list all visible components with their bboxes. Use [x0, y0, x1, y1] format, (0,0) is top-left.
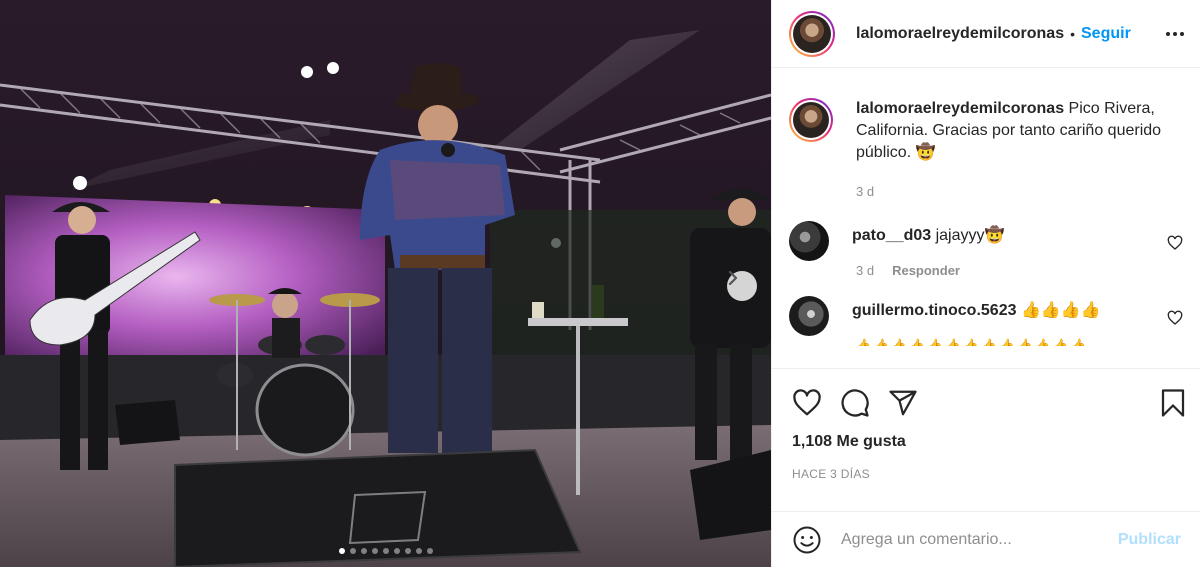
heart-icon [793, 389, 821, 416]
carousel-dot [360, 548, 367, 554]
comment-item: pato__d03 jajayyy🤠 [789, 221, 1183, 261]
comment-meta: 3 d Responder [856, 263, 1183, 278]
caption-meta: 3 d [856, 184, 1183, 199]
next-slide-button[interactable] [727, 271, 757, 301]
like-button[interactable] [792, 388, 822, 418]
likes-count[interactable]: 1,108 Me gusta [772, 433, 1200, 451]
post-caption: lalomoraelreydemilcoronas Pico Rivera, C… [789, 98, 1183, 164]
caption-username[interactable]: lalomoraelreydemilcoronas [856, 100, 1064, 117]
comments-list[interactable]: lalomoraelreydemilcoronas Pico Rivera, C… [772, 68, 1200, 368]
comment-icon [841, 389, 869, 417]
reply-button[interactable]: Responder [892, 263, 960, 278]
commenter-avatar[interactable] [789, 296, 829, 336]
comment-text: pato__d03 jajayyy🤠 [852, 225, 1004, 261]
bookmark-icon [1161, 389, 1185, 417]
follow-button[interactable]: Seguir [1081, 25, 1131, 43]
carousel-dot [404, 548, 411, 554]
post-sidebar: lalomoraelreydemilcoronas • Seguir lalom… [771, 0, 1200, 567]
caption-age: 3 d [856, 184, 875, 199]
comment-item: guillermo.tinoco.5623 👍👍👍👍 [789, 296, 1183, 336]
carousel-dot [382, 548, 389, 554]
author-username[interactable]: lalomoraelreydemilcoronas [856, 25, 1064, 43]
carousel-dot [426, 548, 433, 554]
carousel-dot [393, 548, 400, 554]
post-timestamp[interactable]: HACE 3 DÍAS [772, 467, 1200, 481]
comment-button[interactable] [840, 388, 870, 418]
share-icon [889, 390, 917, 416]
share-button[interactable] [888, 388, 918, 418]
like-comment-heart-icon[interactable] [1167, 235, 1183, 251]
comment-username[interactable]: guillermo.tinoco.5623 [852, 302, 1016, 319]
comment-username[interactable]: pato__d03 [852, 227, 931, 244]
separator-dot: • [1070, 25, 1075, 42]
carousel-indicator [0, 548, 771, 554]
emoji-icon [793, 526, 821, 553]
post-header: lalomoraelreydemilcoronas • Seguir [772, 0, 1200, 68]
comment-overflow-line: 👍👍👍👍👍👍👍👍👍👍👍👍👍 [856, 338, 1090, 346]
carousel-dot [338, 548, 345, 554]
post-actions: 1,108 Me gusta HACE 3 DÍAS [772, 368, 1200, 503]
comment-composer: Publicar [772, 511, 1200, 567]
like-comment-heart-icon[interactable] [1167, 310, 1183, 326]
concert-stage-image [0, 0, 771, 567]
chevron-right-icon [728, 271, 738, 285]
comment-body: 👍👍👍👍 [1020, 302, 1101, 319]
post-comment-button[interactable]: Publicar [1118, 531, 1181, 549]
caption-avatar[interactable] [789, 98, 833, 142]
carousel-dot [415, 548, 422, 554]
commenter-avatar[interactable] [789, 221, 829, 261]
carousel-dot [349, 548, 356, 554]
caption-text: lalomoraelreydemilcoronas Pico Rivera, C… [856, 98, 1183, 164]
emoji-button[interactable] [792, 525, 822, 555]
comment-age: 3 d [856, 263, 875, 278]
post-photo[interactable] [0, 0, 771, 567]
author-avatar[interactable] [789, 10, 835, 57]
comment-input[interactable] [841, 530, 1118, 549]
comment-body: jajayyy🤠 [935, 227, 1005, 244]
comment-text: guillermo.tinoco.5623 👍👍👍👍 [852, 300, 1101, 336]
save-button[interactable] [1158, 388, 1188, 418]
carousel-dot [371, 548, 378, 554]
more-icon[interactable] [1164, 26, 1186, 42]
